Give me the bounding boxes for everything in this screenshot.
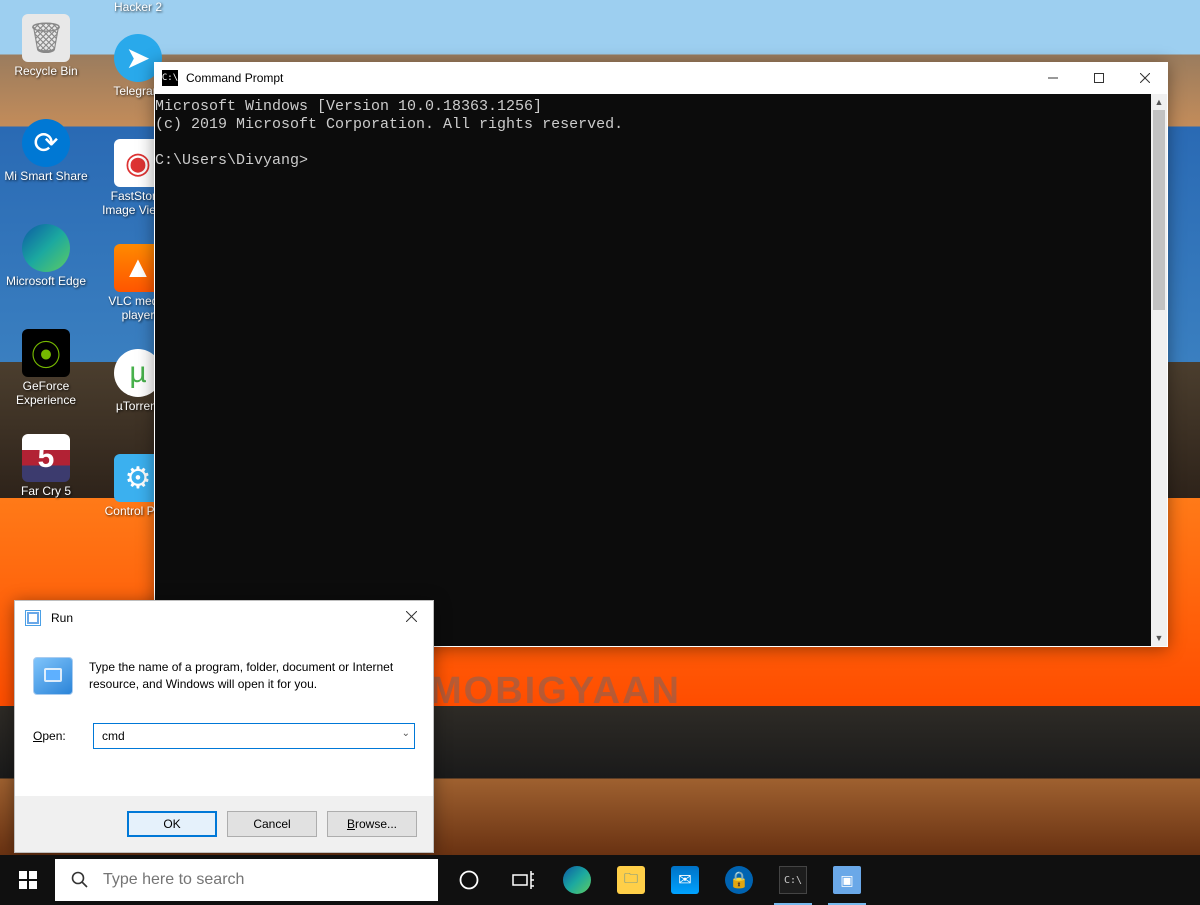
bin-icon: 🗑	[22, 14, 70, 62]
edge-icon	[22, 224, 70, 272]
run-open-input[interactable]	[93, 723, 415, 749]
taskbar-file-explorer[interactable]: 🗀	[604, 855, 658, 905]
task-view-button[interactable]	[496, 855, 550, 905]
command-prompt-window: C:\ Command Prompt Microsoft Windows [Ve…	[154, 62, 1168, 647]
run-description: Type the name of a program, folder, docu…	[89, 657, 415, 695]
cortana-button[interactable]	[442, 855, 496, 905]
run-dialog-title: Run	[51, 611, 73, 625]
cancel-button[interactable]: Cancel	[227, 811, 317, 837]
taskbar-edge[interactable]	[550, 855, 604, 905]
browse-button[interactable]: Browse...	[327, 811, 417, 837]
scroll-up-icon[interactable]: ▲	[1151, 94, 1167, 110]
run-dialog: Run Type the name of a program, folder, …	[14, 600, 434, 853]
scroll-thumb[interactable]	[1153, 110, 1165, 310]
command-prompt-body[interactable]: Microsoft Windows [Version 10.0.18363.12…	[155, 94, 1151, 646]
cmd-icon: C:\	[162, 70, 178, 86]
taskbar-run[interactable]: ▣	[820, 855, 874, 905]
mismart-icon: ⟳	[22, 119, 70, 167]
run-large-icon	[33, 657, 73, 695]
task-view-icon	[509, 866, 537, 894]
taskbar-security[interactable]: 🔒	[712, 855, 766, 905]
start-button[interactable]	[0, 855, 55, 905]
desktop-icon-label: Recycle Bin	[14, 64, 77, 78]
run-dialog-icon	[25, 610, 41, 626]
taskbar-mail[interactable]: ✉	[658, 855, 712, 905]
run-titlebar[interactable]: Run	[15, 601, 433, 635]
desktop-icon[interactable]: ⟳ Mi Smart Share	[0, 105, 92, 210]
desktop-icon-label: Far Cry 5	[21, 484, 71, 498]
open-label: Open:	[33, 729, 73, 743]
desktop-icon[interactable]: 5 Far Cry 5	[0, 420, 92, 525]
command-prompt-titlebar[interactable]: C:\ Command Prompt	[154, 62, 1168, 93]
mail-icon: ✉	[671, 866, 699, 894]
file-explorer-icon: 🗀	[617, 866, 645, 894]
desktop-icon[interactable]: Microsoft Edge	[0, 210, 92, 315]
security-icon: 🔒	[725, 866, 753, 894]
scrollbar[interactable]: ▲ ▼	[1151, 94, 1167, 646]
desktop-icon-label: Mi Smart Share	[4, 169, 87, 183]
scroll-track[interactable]	[1151, 310, 1167, 630]
edge-icon	[563, 866, 591, 894]
taskbar-search[interactable]	[55, 859, 438, 901]
cortana-icon	[455, 866, 483, 894]
desktop-icon[interactable]: ⦿GeForce Experience	[0, 315, 92, 420]
maximize-button[interactable]	[1076, 62, 1122, 93]
taskbar: 🗀 ✉ 🔒 C:\ ▣	[0, 855, 1200, 905]
taskbar-search-input[interactable]	[103, 871, 438, 889]
cmd-taskbar-icon: C:\	[779, 866, 807, 894]
command-prompt-title: Command Prompt	[186, 71, 283, 85]
ok-button[interactable]: OK	[127, 811, 217, 837]
run-taskbar-icon: ▣	[833, 866, 861, 894]
taskbar-command-prompt[interactable]: C:\	[766, 855, 820, 905]
desktop-icon[interactable]: Hacker 2	[92, 0, 184, 20]
close-button[interactable]	[1122, 62, 1168, 93]
watermark: MOBIGYAAN	[430, 670, 681, 713]
desktop-icon-label: Microsoft Edge	[6, 274, 86, 288]
scroll-down-icon[interactable]: ▼	[1151, 630, 1167, 646]
desktop: 🗑 Recycle Bin ⟳ Mi Smart Share Microsoft Edg…	[0, 0, 1200, 905]
desktop-icon[interactable]: 🗑 Recycle Bin	[0, 0, 92, 105]
minimize-button[interactable]	[1030, 62, 1076, 93]
windows-icon	[19, 871, 37, 889]
desktop-icon-label: Hacker 2	[114, 0, 162, 14]
desktop-icon-label: GeForce Experience	[2, 379, 90, 407]
nvidia-icon: ⦿	[22, 329, 70, 377]
search-icon	[71, 871, 89, 889]
fc5-icon: 5	[22, 434, 70, 482]
run-close-button[interactable]	[389, 601, 433, 631]
